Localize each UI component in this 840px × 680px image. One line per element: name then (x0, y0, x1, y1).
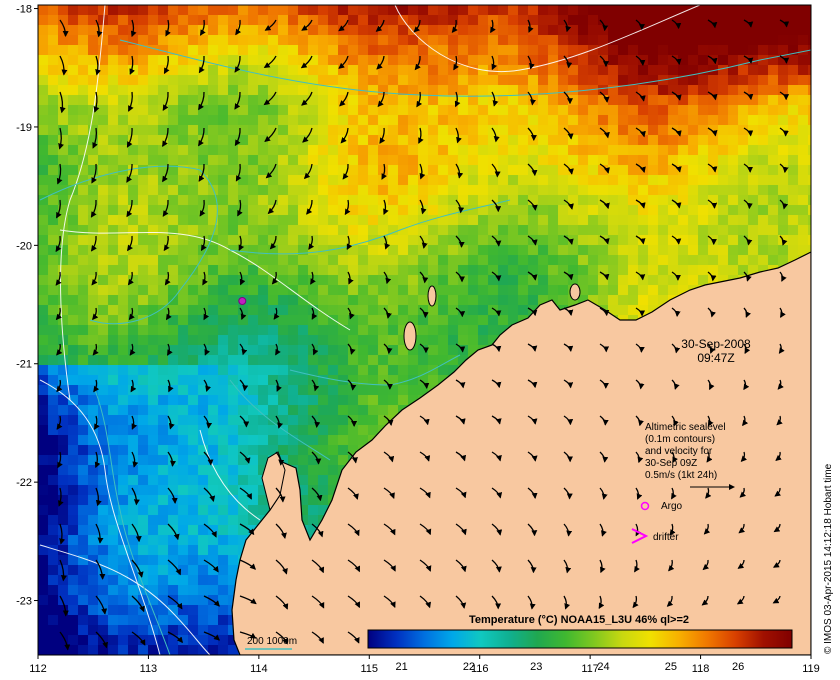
sst-map: 112 113 114 115 116 117 118 119 -18-19-20-21-22… (16, 4, 834, 675)
legend-line: Altimetric sealevel (645, 422, 726, 433)
colorbar-tick-label: 23 (530, 661, 542, 673)
latitude-tick-label: -20 (16, 240, 32, 252)
latitude-tick-label: -19 (16, 122, 32, 134)
island (403, 321, 417, 351)
latitude-tick-label: -23 (16, 596, 32, 608)
legend-line: (0.1m contours) (645, 434, 715, 445)
longitude-tick-label: 117 (581, 663, 599, 675)
longitude-tick-label: 115 (361, 663, 379, 675)
longitude-tick-label: 118 (692, 663, 710, 675)
longitude-axis: 112 113 114 115 116 117 118 119 (29, 655, 820, 675)
argo-float-marker (238, 296, 247, 305)
drifter-legend-label: drifter (653, 532, 679, 543)
date-stamp: 30-Sep-2008 (681, 337, 751, 351)
latitude-tick-label: -22 (16, 477, 32, 489)
colorbar-title: Temperature (°C) NOAA15_L3U 46% ql>=2 (469, 614, 689, 626)
island (569, 283, 581, 301)
latitude-tick-label: -18 (16, 4, 32, 16)
colorbar-gradient (367, 629, 793, 649)
bathymetry-label: 200 1000m (247, 636, 297, 647)
argo-legend-label: Argo (661, 501, 683, 512)
island (427, 285, 437, 307)
time-stamp: 09:47Z (697, 351, 734, 365)
longitude-tick-label: 113 (140, 663, 158, 675)
legend-line: and velocity for (645, 446, 713, 457)
latitude-axis: -18 -19 -20 -21 -22 -23 (16, 4, 38, 608)
longitude-tick-label: 112 (29, 663, 47, 675)
colorbar-tick-label: 24 (597, 661, 609, 673)
longitude-tick-label: 114 (250, 663, 268, 675)
colorbar-tick-label: 21 (396, 661, 408, 673)
colorbar-tick-label: 22 (463, 661, 475, 673)
colorbar-tick-label: 26 (732, 661, 744, 673)
legend-line: 30-Sep 09Z (645, 458, 697, 469)
latitude-tick-label: -21 (16, 359, 32, 371)
credit-text: © IMOS 03-Apr-2015 14:12:18 Hobart time (823, 463, 834, 654)
map-plot-area (38, 5, 811, 655)
legend-line: 0.5m/s (1kt 24h) (645, 470, 717, 481)
colorbar-tick-label: 25 (665, 661, 677, 673)
longitude-tick-label: 119 (802, 663, 820, 675)
